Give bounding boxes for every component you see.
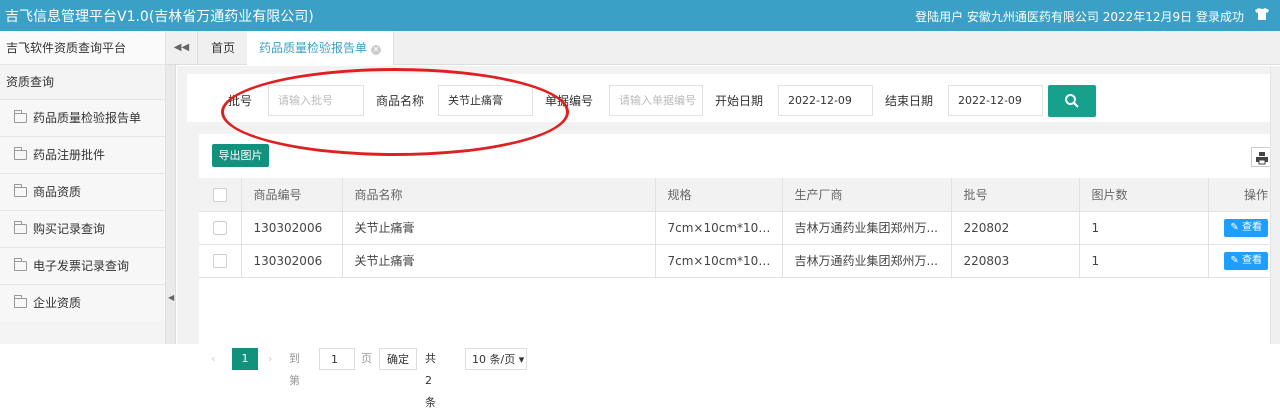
spec-cell: 7cm×10cm*10贴... [655,211,783,245]
view-button-label: 查看 [1242,254,1262,266]
prev-page-icon[interactable]: ‹ [211,348,225,370]
folder-icon [14,147,27,160]
product-code-cell: 130302006 [241,244,343,278]
image-count-cell: 1 [1079,211,1209,245]
batch-cell: 220803 [951,244,1080,278]
tab-quality-report[interactable]: 药品质量检验报告单 ✕ [247,31,395,65]
sidebar-item-label: 企业资质 [33,296,82,310]
column-header[interactable]: 生产厂商 [782,178,952,212]
annotation-ellipse [221,68,569,156]
sidebar-item-registration[interactable]: 药品注册批件 [0,136,165,173]
page-label: 页 [361,352,372,365]
total-count: 共 2 条 [425,352,436,409]
manufacturer-cell: 吉林万通药业集团郑州万... [782,244,952,278]
image-count-cell: 1 [1079,244,1209,278]
column-header[interactable]: 商品编号 [241,178,343,212]
tab-home[interactable]: 首页 [199,31,249,65]
select-all-checkbox[interactable] [212,187,227,202]
top-bar: 吉飞信息管理平台V1.0(吉林省万通药业有限公司) 登陆用户 安徽九州通医药有限… [0,0,1280,31]
column-header[interactable]: 商品名称 [342,178,656,212]
folder-icon [14,295,27,308]
sidebar-item-company-qualification[interactable]: 企业资质 [0,284,165,321]
column-header[interactable]: 批号 [951,178,1080,212]
dropdown-arrow-icon: ▾ [518,353,525,366]
folder-icon [14,221,27,234]
product-name-cell: 关节止痛膏 [342,211,656,245]
sidebar-item-quality-report[interactable]: 药品质量检验报告单 [0,99,165,136]
goto-page-input[interactable]: 1 [319,348,355,370]
folder-icon [14,258,27,271]
next-page-icon[interactable]: › [268,348,282,370]
end-date-input[interactable]: 2022-12-09 [948,85,1043,116]
app-title: 吉飞信息管理平台V1.0(吉林省万通药业有限公司) [5,9,314,25]
page-number-current[interactable]: 1 [232,348,258,370]
page-size-select[interactable]: 10 条/页 ▾ [465,348,527,370]
row-checkbox-cell[interactable] [199,244,242,278]
batch-cell: 220802 [951,211,1080,245]
shirt-icon[interactable] [1254,7,1270,25]
login-status: 登陆用户 安徽九州通医药有限公司 2022年12月9日 登录成功 [915,10,1244,24]
product-name-cell: 关节止痛膏 [342,244,656,278]
start-date-input[interactable]: 2022-12-09 [778,85,873,116]
results-table: 商品编号 商品名称 规格 生产厂商 批号 图片数 操作 130302006 关节… [199,178,1280,278]
vertical-scrollbar[interactable] [1270,66,1280,344]
folder-icon [14,184,27,197]
table-row[interactable]: 130302006 关节止痛膏 7cm×10cm*10贴... 吉林万通药业集团… [199,211,1280,245]
print-icon [1256,152,1268,165]
start-date-label: 开始日期 [715,94,764,108]
view-button[interactable]: ✎ 查看 [1224,218,1268,237]
sidebar-item-invoice-records[interactable]: 电子发票记录查询 [0,247,165,284]
product-code-cell: 130302006 [241,211,343,245]
table-row[interactable]: 130302006 关节止痛膏 7cm×10cm*10贴... 吉林万通药业集团… [199,244,1280,278]
column-header[interactable]: 规格 [655,178,783,212]
print-button[interactable] [1251,147,1271,167]
sidebar-item-label: 药品质量检验报告单 [33,111,142,125]
data-grid: 导出图片 商品编号 商品名称 规格 生产厂商 批号 图片数 操作 1303020… [199,134,1280,409]
close-icon[interactable]: ✕ [371,45,382,55]
tab-scroll-left-button[interactable]: ◀◀ [166,31,198,65]
sidebar-item-purchase-records[interactable]: 购买记录查询 [0,210,165,247]
manufacturer-cell: 吉林万通药业集团郑州万... [782,211,952,245]
search-button[interactable] [1048,85,1096,117]
view-button-label: 查看 [1242,221,1262,233]
sidebar-header: 吉飞软件资质查询平台 [0,31,165,65]
export-images-button[interactable]: 导出图片 [212,144,269,167]
edit-icon: ✎ [1230,221,1239,233]
sidebar-splitter[interactable]: ◀ [166,31,176,344]
sidebar-item-label: 购买记录查询 [33,222,106,236]
select-all-cell[interactable] [199,178,242,212]
goto-confirm-button[interactable]: 确定 [379,348,417,370]
tab-bar: ◀◀ 首页 药品质量检验报告单 ✕ [166,31,1280,65]
row-checkbox[interactable] [212,253,227,268]
view-button[interactable]: ✎ 查看 [1224,251,1268,270]
sidebar-item-label: 商品资质 [33,185,82,199]
sidebar-group-qualification[interactable]: 资质查询 [0,65,165,99]
column-header[interactable]: 图片数 [1079,178,1209,212]
sidebar-item-label: 药品注册批件 [33,148,106,162]
collapse-arrow-icon[interactable]: ◀ [168,293,174,302]
table-header-row: 商品编号 商品名称 规格 生产厂商 批号 图片数 操作 [199,178,1280,212]
end-date-label: 结束日期 [885,94,934,108]
spec-cell: 7cm×10cm*10贴... [655,244,783,278]
sidebar-item-product-qualification[interactable]: 商品资质 [0,173,165,210]
tab-label: 药品质量检验报告单 [259,41,368,55]
sidebar: 吉飞软件资质查询平台 资质查询 药品质量检验报告单 药品注册批件 商品资质 购买… [0,31,166,344]
folder-icon [14,110,27,123]
doc-number-input[interactable]: 请输入单据编号 [609,85,703,116]
edit-icon: ✎ [1230,254,1239,266]
search-icon [1065,94,1079,108]
row-checkbox[interactable] [212,220,227,235]
goto-label: 到第 [289,352,300,387]
row-checkbox-cell[interactable] [199,211,242,245]
sidebar-item-label: 电子发票记录查询 [33,259,130,273]
page-size-value: 10 条/页 [472,353,516,366]
